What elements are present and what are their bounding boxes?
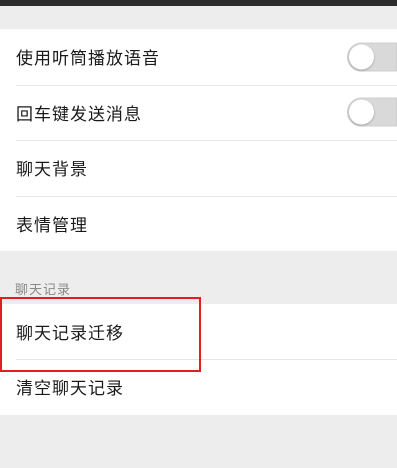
enter-to-send-toggle[interactable] [347, 97, 397, 127]
setting-row-chat-background[interactable]: 聊天背景 [0, 140, 397, 196]
setting-row-earpiece-playback[interactable]: 使用听筒播放语音 [0, 29, 397, 85]
setting-row-enter-to-send[interactable]: 回车键发送消息 [0, 84, 397, 141]
toggle-knob [349, 99, 374, 125]
status-bar-edge [0, 0, 397, 6]
setting-label-sticker-management: 表情管理 [16, 215, 88, 236]
toggle-knob [349, 44, 374, 70]
setting-row-chat-history-migration[interactable]: 聊天记录迁移 [0, 304, 397, 359]
settings-group-general: 使用听筒播放语音 回车键发送消息 聊天背景 表情管理 [0, 29, 397, 251]
section-header-chat-history: 聊天记录 [15, 283, 72, 298]
setting-row-clear-chat-history[interactable]: 清空聊天记录 [0, 359, 397, 414]
setting-label-earpiece-playback: 使用听筒播放语音 [16, 49, 160, 70]
setting-label-enter-to-send: 回车键发送消息 [16, 104, 142, 125]
earpiece-playback-toggle[interactable] [347, 42, 397, 72]
setting-row-sticker-management[interactable]: 表情管理 [0, 195, 397, 252]
setting-label-clear-chat-history: 清空聊天记录 [16, 379, 124, 399]
setting-label-chat-background: 聊天背景 [16, 160, 88, 181]
settings-group-chat-history: 聊天记录迁移 清空聊天记录 [0, 304, 397, 415]
setting-label-chat-history-migration: 聊天记录迁移 [16, 324, 124, 344]
